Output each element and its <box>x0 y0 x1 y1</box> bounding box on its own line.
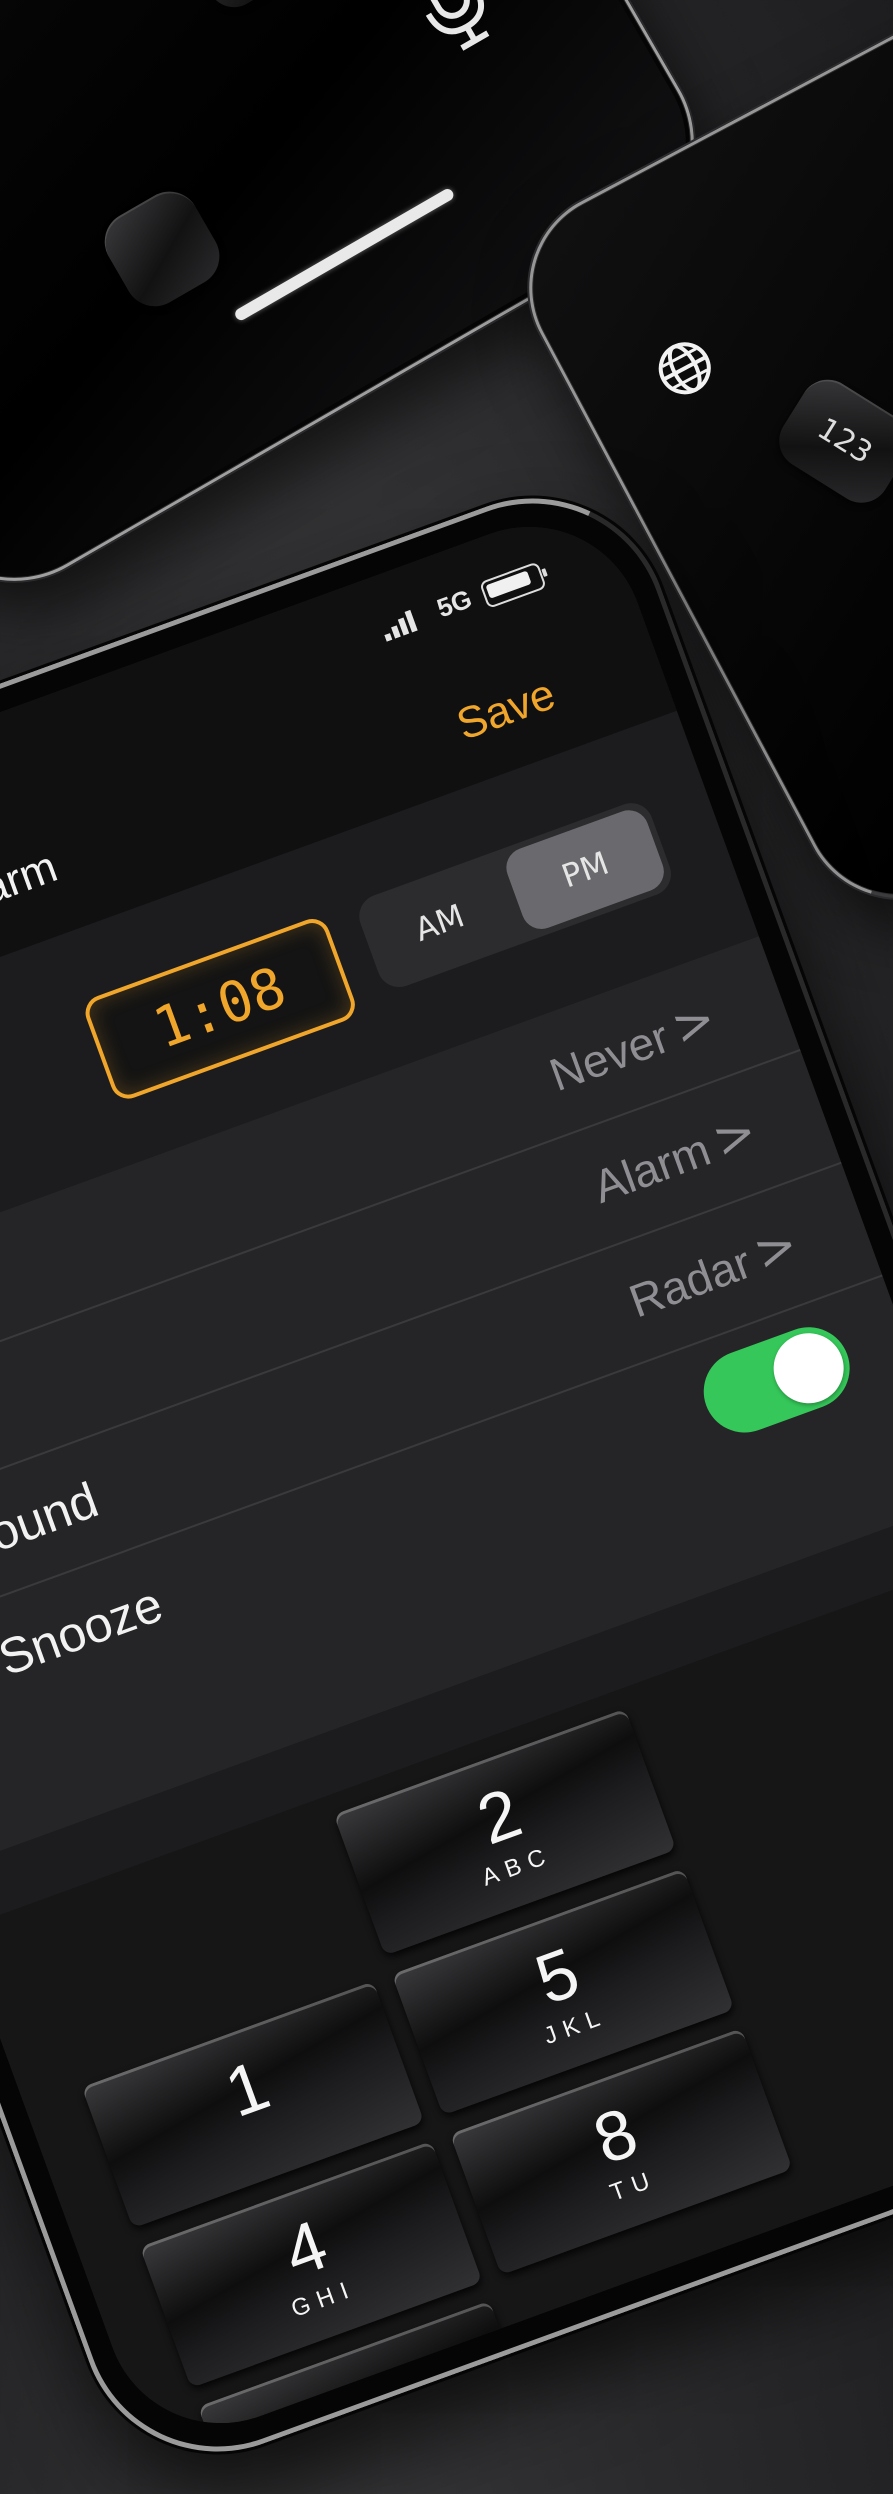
key-digit: 1 <box>215 2045 279 2133</box>
time-display[interactable]: 1:08 <box>80 913 360 1104</box>
chevron-right-icon: > <box>663 988 724 1058</box>
signal-icon <box>384 609 418 642</box>
main-phone: 5G Save Add Alarm 1:08 AM PM at Never > … <box>0 456 893 2494</box>
save-button[interactable]: Save <box>450 669 561 750</box>
am-pm-segmented-control[interactable]: AM PM <box>353 796 678 994</box>
pm-option[interactable]: PM <box>500 804 670 935</box>
chevron-right-icon: > <box>746 1213 806 1283</box>
chevron-right-icon: > <box>705 1101 765 1170</box>
sound-label: Sound <box>0 1471 106 1574</box>
snooze-toggle[interactable] <box>692 1315 862 1445</box>
phone-screen: 5G Save Add Alarm 1:08 AM PM at Never > … <box>0 494 893 2456</box>
network-label: 5G <box>432 583 476 624</box>
am-option[interactable]: AM <box>353 852 526 993</box>
label-value: Alarm <box>586 1122 717 1213</box>
snooze-label: Snooze <box>0 1575 170 1687</box>
sound-value: Radar <box>622 1235 758 1328</box>
battery-icon <box>479 561 547 609</box>
repeat-value: Never <box>542 1010 676 1101</box>
